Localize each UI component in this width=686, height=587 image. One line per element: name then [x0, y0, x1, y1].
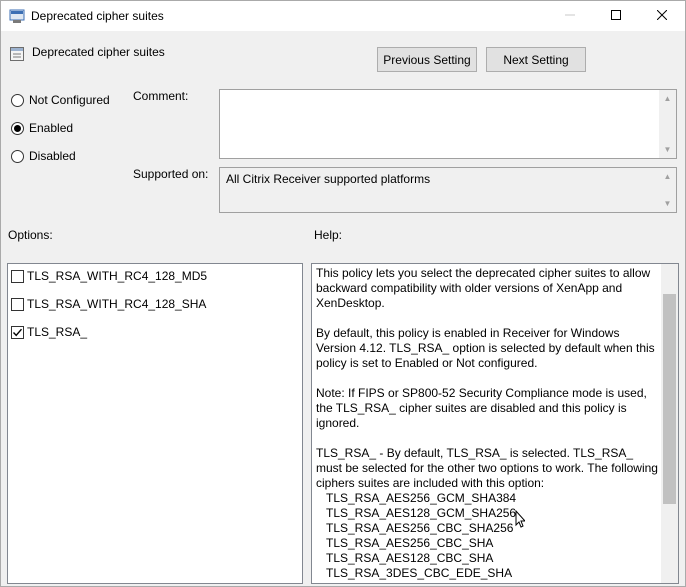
radio-button[interactable]	[11, 93, 24, 107]
option-rc4-sha[interactable]: TLS_RSA_WITH_RC4_128_SHA	[11, 297, 206, 311]
close-icon	[656, 9, 668, 23]
title-bar[interactable]: Deprecated cipher suites	[1, 1, 685, 31]
scrollbar-thumb[interactable]	[663, 294, 676, 504]
window-title: Deprecated cipher suites	[31, 9, 164, 23]
checkbox[interactable]	[11, 297, 24, 311]
comment-field[interactable]: ▲ ▼	[219, 89, 677, 159]
scroll-up-icon[interactable]: ▲	[659, 168, 676, 185]
list-item: TLS_RSA_AES128_CBC_SHA	[326, 551, 494, 565]
previous-setting-button[interactable]: Previous Setting	[377, 47, 477, 72]
policy-setting-icon	[9, 46, 25, 62]
radio-button[interactable]	[11, 121, 24, 135]
scroll-down-icon[interactable]: ▼	[659, 141, 676, 158]
policy-editor-icon	[9, 8, 25, 24]
help-paragraph: This policy lets you select the deprecat…	[316, 266, 651, 310]
supported-on-field: All Citrix Receiver supported platforms …	[219, 167, 677, 213]
option-label: TLS_RSA_WITH_RC4_128_SHA	[27, 297, 207, 311]
help-label: Help:	[314, 228, 343, 242]
help-scrollbar[interactable]	[661, 264, 678, 583]
radio-enabled[interactable]: Enabled	[11, 121, 73, 135]
comment-label: Comment:	[133, 89, 189, 103]
comment-scrollbar[interactable]: ▲ ▼	[659, 90, 676, 158]
scroll-down-icon[interactable]: ▼	[659, 195, 676, 212]
radio-button[interactable]	[11, 149, 24, 163]
checkmark-icon	[12, 328, 23, 336]
checkbox[interactable]	[11, 269, 24, 283]
scroll-up-icon[interactable]: ▲	[659, 90, 676, 107]
help-paragraph: Note: If FIPS or SP800-52 Security Compl…	[316, 386, 647, 430]
options-pane: TLS_RSA_WITH_RC4_128_MD5 TLS_RSA_WITH_RC…	[7, 263, 303, 584]
policy-dialog: Deprecated cipher suites Deprecated ciph…	[0, 0, 686, 587]
radio-disabled[interactable]: Disabled	[11, 149, 76, 163]
help-paragraph: By default, this policy is enabled in Re…	[316, 326, 655, 370]
help-paragraph: TLS_RSA_ - By default, TLS_RSA_ is selec…	[316, 446, 658, 490]
list-item: TLS_RSA_AES256_CBC_SHA	[326, 536, 494, 550]
radio-label: Not Configured	[29, 93, 110, 107]
help-pane: This policy lets you select the deprecat…	[311, 263, 679, 584]
minimize-icon	[565, 9, 575, 23]
options-label: Options:	[8, 228, 53, 242]
option-rc4-md5[interactable]: TLS_RSA_WITH_RC4_128_MD5	[11, 269, 207, 283]
cipher-suite-list: TLS_RSA_AES256_GCM_SHA384 TLS_RSA_AES128…	[316, 491, 660, 581]
next-setting-button[interactable]: Next Setting	[486, 47, 586, 72]
radio-not-configured[interactable]: Not Configured	[11, 93, 110, 107]
minimize-button[interactable]	[547, 1, 593, 31]
list-item: TLS_RSA_3DES_CBC_EDE_SHA	[326, 566, 513, 580]
radio-label: Disabled	[29, 149, 76, 163]
help-text: This policy lets you select the deprecat…	[316, 266, 660, 581]
supported-scrollbar[interactable]: ▲ ▼	[659, 168, 676, 212]
list-item: TLS_RSA_AES128_GCM_SHA256	[326, 506, 517, 520]
maximize-icon	[611, 9, 621, 23]
policy-name: Deprecated cipher suites	[32, 45, 165, 59]
close-button[interactable]	[639, 1, 685, 31]
supported-on-value: All Citrix Receiver supported platforms	[226, 172, 431, 186]
option-label: TLS_RSA_	[27, 325, 88, 339]
list-item: TLS_RSA_AES256_GCM_SHA384	[326, 491, 517, 505]
supported-on-label: Supported on:	[133, 167, 209, 181]
option-label: TLS_RSA_WITH_RC4_128_MD5	[27, 269, 208, 283]
radio-label: Enabled	[29, 121, 74, 135]
maximize-button[interactable]	[593, 1, 639, 31]
list-item: TLS_RSA_AES256_CBC_SHA256	[326, 521, 514, 535]
option-tls-rsa[interactable]: TLS_RSA_	[11, 325, 87, 339]
checkbox[interactable]	[11, 325, 24, 339]
ibeam-cursor-icon	[515, 509, 527, 533]
